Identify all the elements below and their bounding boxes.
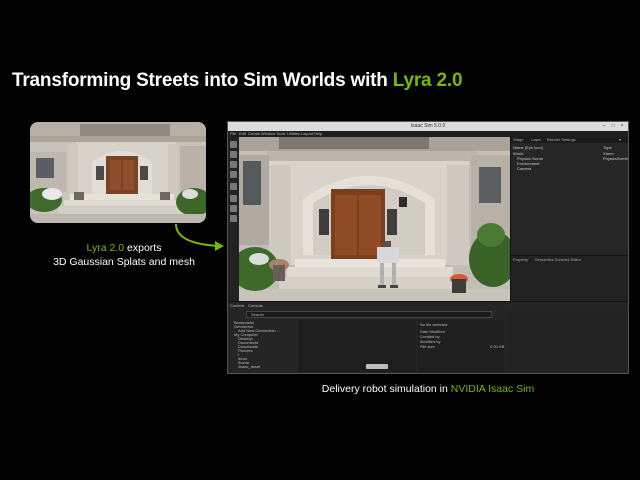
file-list[interactable]	[298, 320, 416, 372]
caption-bottom: Delivery robot simulation in NVIDIA Isaa…	[227, 383, 629, 395]
tree-isaac-asset[interactable]: /isaac_asset	[238, 364, 260, 369]
caption-left-accent: Lyra 2.0	[86, 242, 125, 254]
select-tool-icon[interactable]	[230, 141, 237, 148]
prop-file-size-value: 0.00 KB	[490, 344, 505, 349]
stage-tabs: Stage Layer Render Settings ▾	[511, 137, 628, 143]
title-accent: Lyra 2.0	[392, 70, 463, 91]
source-photo	[30, 122, 206, 223]
title-main: Transforming Streets into Sim Worlds wit…	[12, 70, 393, 91]
zoom-slider[interactable]	[366, 364, 388, 369]
play-icon[interactable]	[230, 195, 237, 202]
filter-icon[interactable]: ▾	[619, 137, 621, 143]
isaac-sim-window: Isaac Sim 5.0.0 – □ × File Edit Create W…	[227, 121, 629, 374]
property-details	[508, 310, 626, 372]
caption-left-line2: 3D Gaussian Splats and mesh	[53, 256, 195, 268]
caption-left: Lyra 2.0 exports 3D Gaussian Splats and …	[40, 241, 208, 269]
tab-stage[interactable]: Stage	[513, 137, 523, 143]
stop-icon[interactable]	[230, 215, 237, 222]
tab-property[interactable]: Property	[513, 257, 528, 263]
tool-bar	[228, 137, 239, 301]
window-title: Isaac Sim 5.0.0	[410, 123, 446, 129]
minimize-icon[interactable]: –	[600, 123, 608, 130]
search-input[interactable]: Search	[246, 311, 492, 318]
prop-file-size: File size	[420, 344, 435, 349]
stage-panel: Stage Layer Render Settings ▾ Name (Eye …	[510, 137, 628, 301]
tab-content[interactable]: Content	[230, 303, 244, 309]
rotate-tool-icon[interactable]	[230, 161, 237, 168]
window-title-bar: Isaac Sim 5.0.0 – □ ×	[228, 122, 628, 131]
move-tool-icon[interactable]	[230, 151, 237, 158]
file-properties: No file selected Date Modified Created b…	[418, 320, 504, 372]
caption-bottom-accent: NVIDIA Isaac Sim	[450, 383, 535, 395]
tab-console[interactable]: Console	[248, 303, 263, 309]
close-icon[interactable]: ×	[618, 123, 626, 130]
tab-render-settings[interactable]: Render Settings	[547, 137, 576, 143]
caption-bottom-text: Delivery robot simulation in	[321, 383, 451, 395]
maximize-icon[interactable]: □	[609, 123, 617, 130]
tab-layer[interactable]: Layer	[531, 137, 541, 143]
scale-tool-icon[interactable]	[230, 171, 237, 178]
property-panel: Property Semantics Schema Editor	[511, 255, 628, 301]
slide-title: Transforming Streets into Sim Worlds wit…	[12, 70, 463, 92]
caption-left-text: exports	[124, 242, 162, 254]
tab-semantics[interactable]: Semantics Schema Editor	[535, 257, 581, 263]
viewport[interactable]	[239, 137, 510, 301]
props-header: No file selected	[420, 322, 448, 327]
tree-pictures[interactable]: Pictures	[238, 348, 252, 353]
stage-header-type: Type	[603, 145, 612, 150]
stage-header-name: Name (Eye Icon)	[513, 145, 544, 150]
pause-icon[interactable]	[230, 205, 237, 212]
content-browser: Content Console Search Bookmarks Omniver…	[228, 301, 628, 373]
search-placeholder: Search	[251, 312, 264, 317]
stage-item-camera[interactable]: Camera	[517, 166, 531, 171]
snap-tool-icon[interactable]	[230, 183, 237, 190]
stage-type-physics: PhysicsScene	[603, 156, 629, 161]
